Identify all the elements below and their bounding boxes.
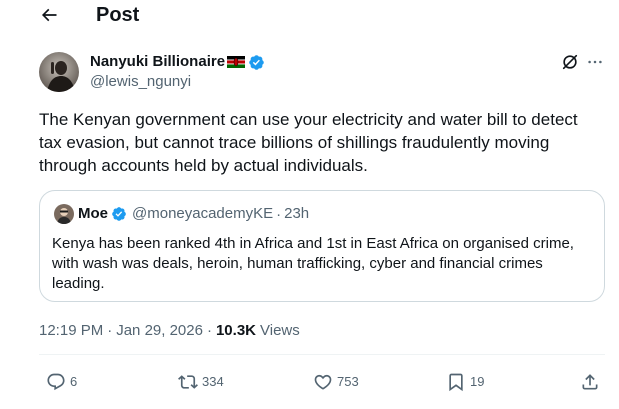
quote-separator: · <box>276 205 282 223</box>
quote-avatar-image <box>54 204 74 224</box>
quote-author-handle[interactable]: @moneyacademyKE <box>132 204 273 224</box>
meta-separator: · <box>206 322 212 339</box>
quote-timestamp[interactable]: 23h <box>284 204 309 224</box>
post-text-line: through accounts held by actual individu… <box>39 156 368 175</box>
post-date[interactable]: Jan 29, 2026 <box>116 321 203 341</box>
author-handle[interactable]: @lewis_ngunyi <box>90 72 191 92</box>
like-count: 753 <box>337 374 359 389</box>
share-icon <box>582 374 598 390</box>
author-avatar[interactable] <box>39 52 79 92</box>
quote-avatar[interactable] <box>54 204 74 224</box>
avatar-image <box>39 52 79 92</box>
post-time[interactable]: 12:19 PM <box>39 321 103 341</box>
post-text-line: tax evasion, but cannot trace billions o… <box>39 133 550 152</box>
post-text: The Kenyan government can use your elect… <box>39 108 599 177</box>
divider <box>39 354 605 355</box>
share-button[interactable] <box>580 370 600 394</box>
page-title: Post <box>96 4 140 26</box>
author-name[interactable]: Nanyuki Billionaire <box>90 52 225 72</box>
quote-text: Kenya has been ranked 4th in Africa and … <box>52 234 597 294</box>
repost-count: 334 <box>202 374 224 389</box>
post-meta: 12:19 PM · Jan 29, 2026 · 10.3K Views <box>39 321 300 341</box>
kenya-flag-icon <box>227 56 246 68</box>
grok-icon <box>562 54 578 70</box>
quoted-post[interactable]: Moe @moneyacademyKE · 23h Kenya has been… <box>39 190 605 302</box>
reply-button[interactable]: 6 <box>46 370 77 394</box>
grok-button[interactable] <box>560 52 580 72</box>
views-count[interactable]: 10.3K <box>216 321 256 341</box>
post-header: Post <box>0 0 619 30</box>
quote-author-name[interactable]: Moe <box>78 204 108 224</box>
more-horizontal-icon <box>588 60 602 64</box>
quote-text-line: Kenya has been ranked 4th in Africa and … <box>52 235 574 252</box>
post-text-line: The Kenyan government can use your elect… <box>39 110 578 129</box>
bookmark-count: 19 <box>470 374 485 389</box>
like-button[interactable]: 753 <box>313 370 359 394</box>
arrow-left-icon <box>41 8 57 22</box>
reply-count: 6 <box>70 374 78 389</box>
action-bar: 6 334 753 19 <box>0 370 619 394</box>
back-button[interactable] <box>36 3 62 27</box>
bookmark-button[interactable]: 19 <box>446 370 484 394</box>
author-name-row[interactable]: Nanyuki Billionaire <box>90 52 265 72</box>
reply-icon <box>47 373 65 391</box>
quote-text-line: with wash was deals, heroin, human traff… <box>52 255 543 272</box>
repost-icon <box>178 375 198 389</box>
verified-badge-icon <box>112 207 126 221</box>
heart-icon <box>314 374 332 390</box>
repost-button[interactable]: 334 <box>178 370 224 394</box>
verified-badge-icon[interactable] <box>248 54 265 71</box>
more-button[interactable] <box>585 52 605 72</box>
views-label[interactable]: Views <box>260 321 300 341</box>
meta-separator: · <box>107 322 113 339</box>
quote-text-line: leading. <box>52 275 105 292</box>
quote-header: Moe @moneyacademyKE · 23h <box>54 204 309 224</box>
bookmark-icon <box>449 373 463 392</box>
